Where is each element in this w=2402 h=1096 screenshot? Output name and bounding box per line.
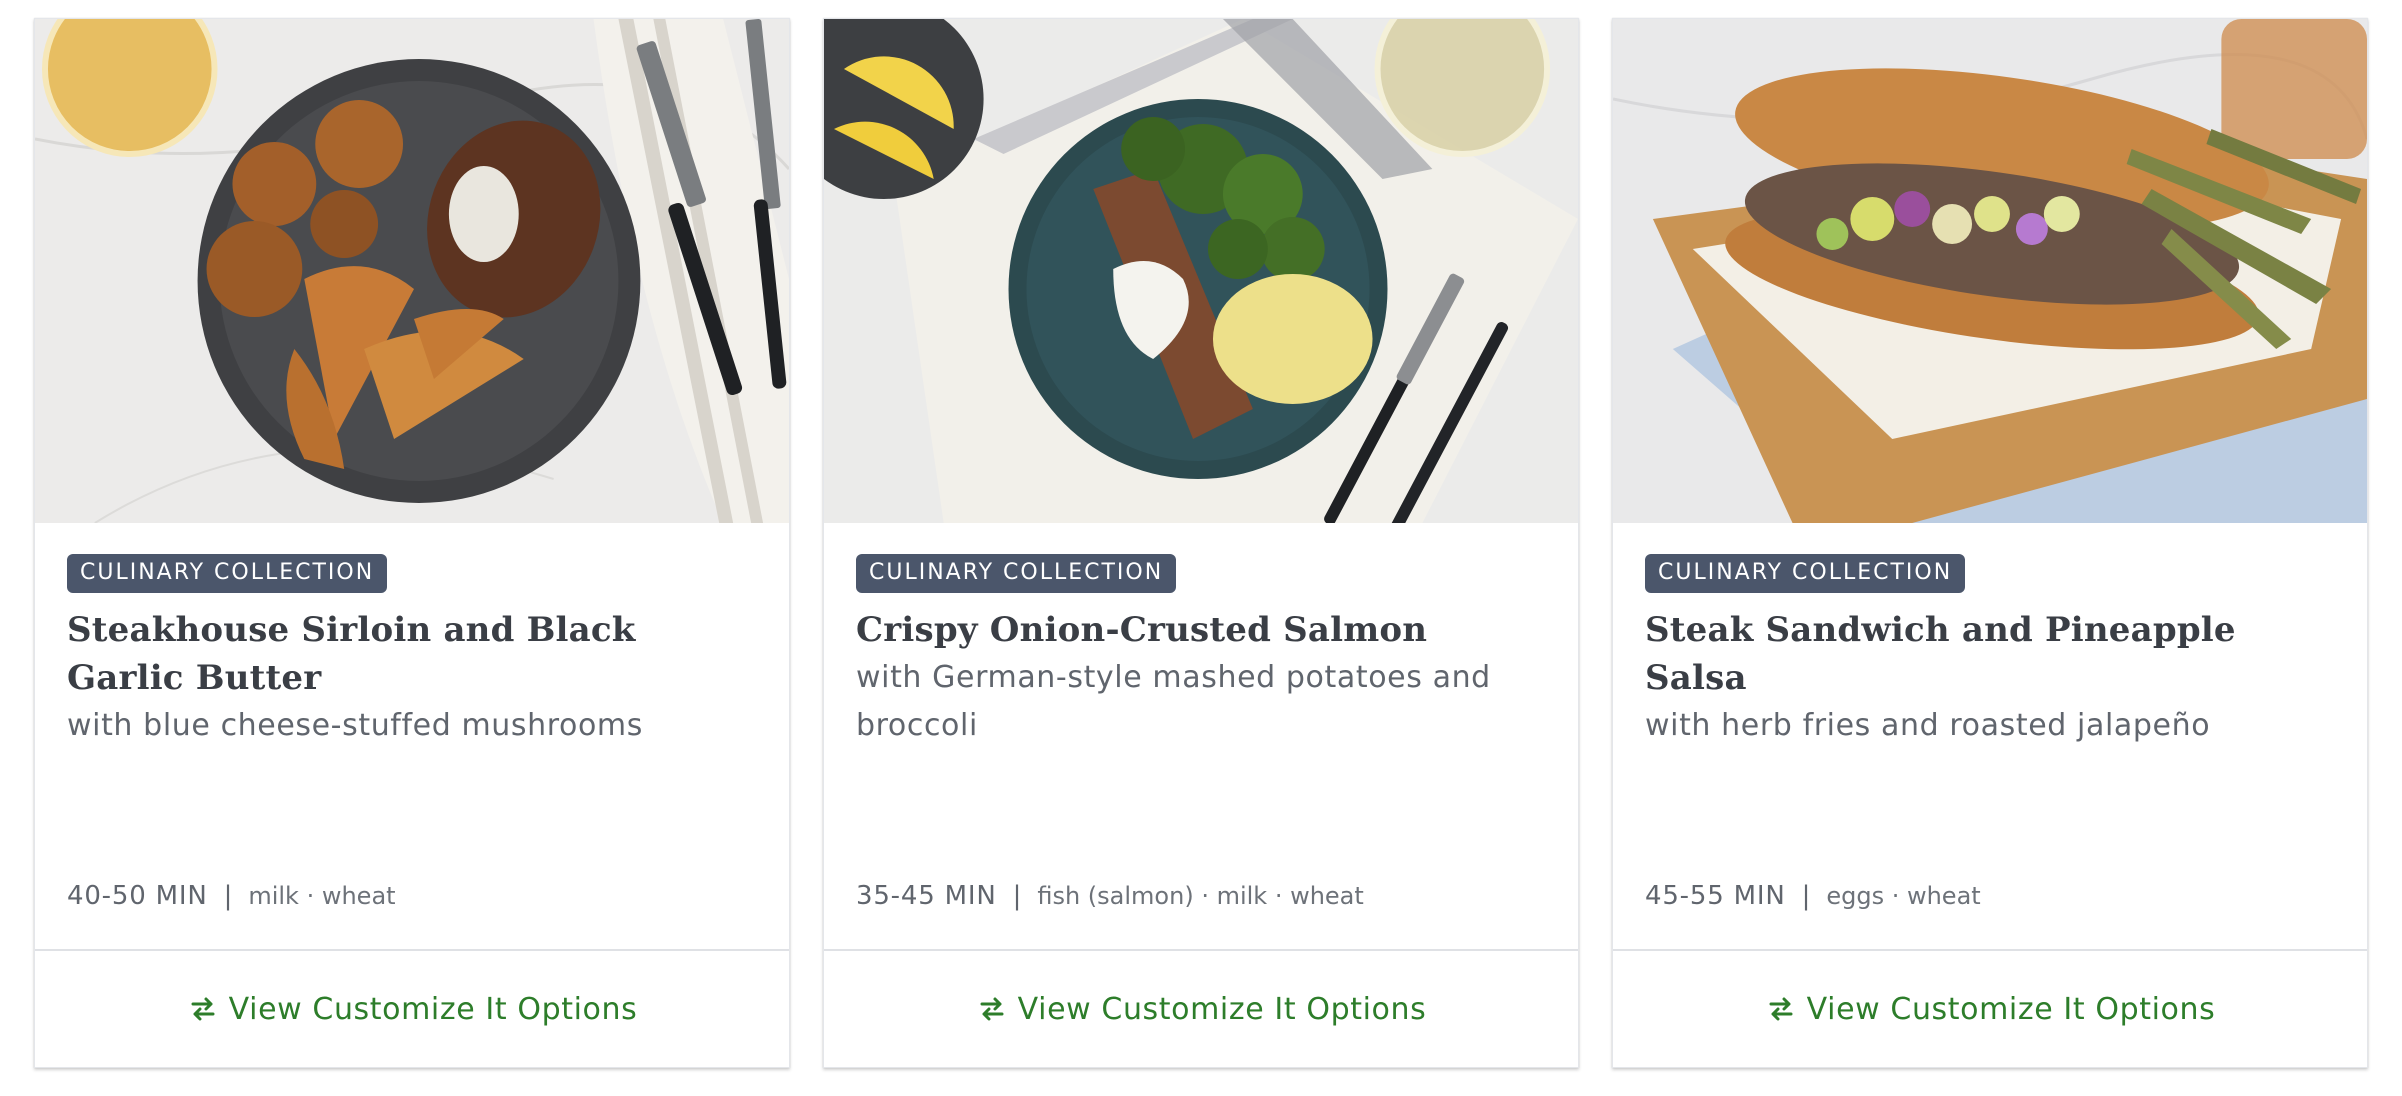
meta-separator: |	[1012, 881, 1022, 911]
recipe-meta: 35-45 MIN | fish (salmon) · milk · wheat	[856, 881, 1364, 911]
recipe-card[interactable]: CULINARY COLLECTION Steakhouse Sirloin a…	[34, 18, 790, 1068]
cook-time: 45-55 MIN	[1645, 881, 1786, 911]
customize-options-label: View Customize It Options	[1017, 991, 1427, 1027]
collection-badge: CULINARY COLLECTION	[1645, 554, 1966, 593]
collection-badge: CULINARY COLLECTION	[856, 554, 1177, 593]
recipe-subtitle: with blue cheese-stuffed mushrooms	[67, 708, 643, 743]
allergens: eggs · wheat	[1826, 882, 1981, 910]
collection-badge: CULINARY COLLECTION	[67, 554, 388, 593]
allergens: milk · wheat	[248, 882, 396, 910]
allergens: fish (salmon) · milk · wheat	[1037, 882, 1364, 910]
card-body: CULINARY COLLECTION Steak Sandwich and P…	[1613, 523, 2367, 949]
customize-options-label: View Customize It Options	[1806, 991, 2216, 1027]
customize-options-button[interactable]: View Customize It Options	[824, 949, 1578, 1067]
customize-options-button[interactable]: View Customize It Options	[1613, 949, 2367, 1067]
meta-separator: |	[223, 881, 233, 911]
swap-arrows-icon	[1769, 997, 1793, 1021]
meta-separator: |	[1801, 881, 1811, 911]
recipe-meta: 40-50 MIN | milk · wheat	[67, 881, 396, 911]
swap-arrows-icon	[980, 997, 1004, 1021]
recipe-subtitle: with herb fries and roasted jalapeño	[1645, 708, 2211, 743]
recipe-card[interactable]: CULINARY COLLECTION Steak Sandwich and P…	[1612, 18, 2368, 1068]
card-body: CULINARY COLLECTION Crispy Onion-Crusted…	[824, 523, 1578, 949]
card-body: CULINARY COLLECTION Steakhouse Sirloin a…	[35, 523, 789, 949]
recipe-photo[interactable]	[1613, 19, 2367, 523]
recipe-subtitle: with German-style mashed potatoes and br…	[856, 660, 1491, 743]
customize-options-button[interactable]: View Customize It Options	[35, 949, 789, 1067]
recipe-title[interactable]: Steak Sandwich and Pineapple Salsa	[1645, 606, 2335, 702]
recipe-title[interactable]: Crispy Onion-Crusted Salmon	[856, 606, 1546, 654]
swap-arrows-icon	[191, 997, 215, 1021]
recipe-photo[interactable]	[35, 19, 789, 523]
cook-time: 35-45 MIN	[856, 881, 997, 911]
recipe-photo[interactable]	[824, 19, 1578, 523]
cook-time: 40-50 MIN	[67, 881, 208, 911]
recipe-card[interactable]: CULINARY COLLECTION Crispy Onion-Crusted…	[823, 18, 1579, 1068]
recipe-card-grid: CULINARY COLLECTION Steakhouse Sirloin a…	[34, 18, 2368, 1068]
customize-options-label: View Customize It Options	[228, 991, 638, 1027]
recipe-meta: 45-55 MIN | eggs · wheat	[1645, 881, 1981, 911]
recipe-title[interactable]: Steakhouse Sirloin and Black Garlic Butt…	[67, 606, 757, 702]
